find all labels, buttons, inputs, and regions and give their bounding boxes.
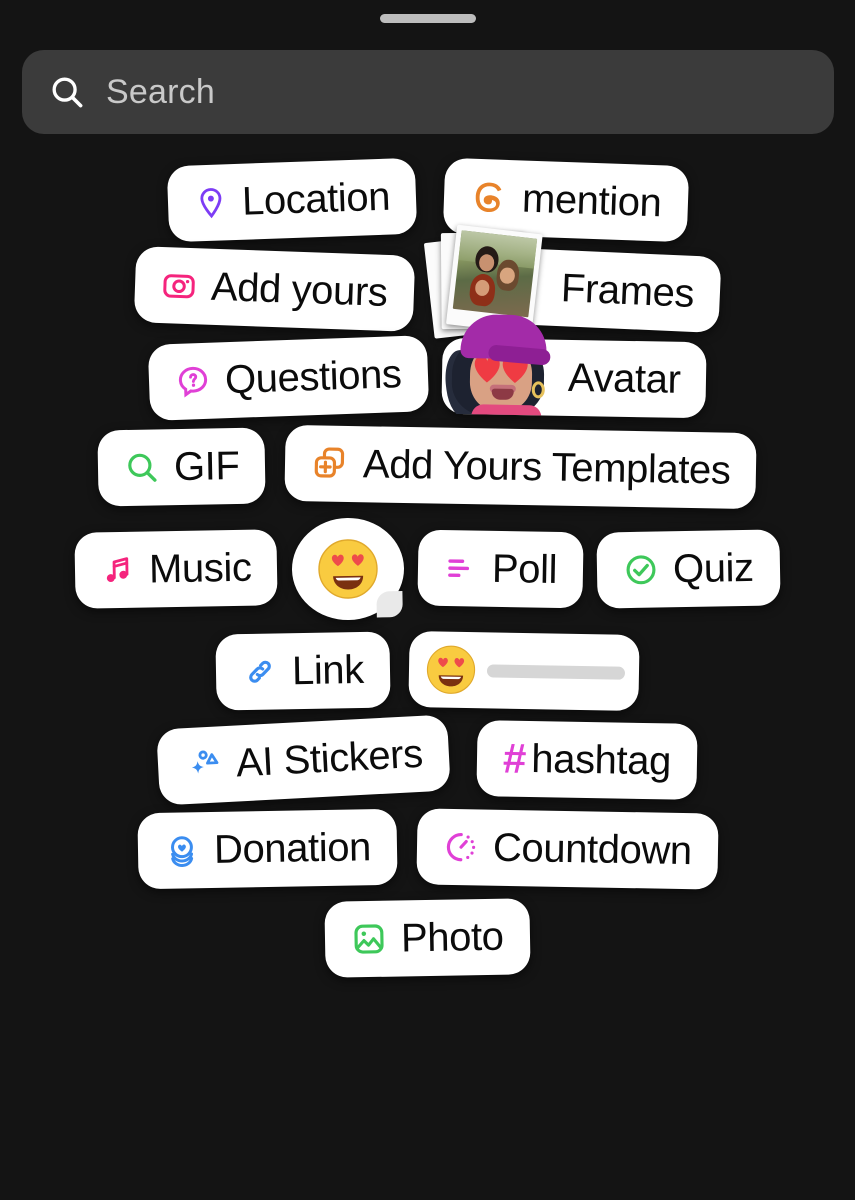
sticker-row: Music Poll Quiz — [0, 517, 855, 621]
sticker-label: Quiz — [672, 545, 754, 592]
sticker-label: Frames — [560, 266, 696, 316]
avatar-icon — [442, 308, 563, 416]
sticker-add-yours-templates[interactable]: Add Yours Templates — [284, 424, 758, 510]
sticker-avatar[interactable]: Avatar — [440, 314, 707, 419]
link-chain-icon — [248, 660, 271, 683]
threads-logo-icon — [475, 182, 502, 213]
sticker-label: Location — [240, 174, 391, 224]
sticker-row: GIF Add Yours Templates — [0, 424, 855, 510]
poll-bars-icon — [447, 559, 469, 578]
donation-heart-coin-icon — [170, 836, 193, 867]
sticker-label: Photo — [400, 914, 505, 961]
sheet-drag-handle[interactable] — [379, 14, 476, 23]
sticker-countdown[interactable]: Countdown — [415, 808, 718, 890]
sticker-tray: Location mention Add yours Frames Questi… — [0, 157, 855, 989]
sparkles-icon — [192, 750, 219, 774]
sticker-label: mention — [521, 176, 662, 226]
sticker-row: AI Stickers # hashtag — [0, 714, 855, 806]
sticker-emoji-slider[interactable] — [408, 630, 641, 712]
sticker-label: Music — [148, 545, 253, 592]
slider-track[interactable] — [487, 663, 626, 680]
sticker-link[interactable]: Link — [214, 631, 391, 711]
question-bubble-icon — [178, 366, 208, 398]
sticker-gif[interactable]: GIF — [97, 427, 267, 507]
sticker-row: Donation Countdown — [0, 808, 855, 890]
sticker-location[interactable]: Location — [166, 157, 418, 243]
search-input-placeholder[interactable]: Search — [106, 73, 215, 112]
sticker-label: Questions — [224, 352, 403, 403]
sticker-poll[interactable]: Poll — [417, 529, 584, 609]
sticker-photo[interactable]: Photo — [324, 898, 531, 978]
sticker-ai-stickers[interactable]: AI Stickers — [156, 714, 451, 806]
sticker-label: GIF — [173, 443, 240, 490]
sticker-label: Donation — [213, 825, 371, 872]
sticker-donation[interactable]: Donation — [137, 808, 398, 890]
countdown-timer-icon — [446, 832, 475, 862]
search-bar[interactable]: Search — [22, 50, 834, 134]
sticker-label: Add yours — [209, 264, 388, 315]
search-icon — [52, 77, 83, 108]
photo-image-icon — [354, 924, 384, 954]
sticker-label: Poll — [491, 546, 558, 592]
sticker-label: AI Stickers — [235, 731, 424, 786]
sticker-quiz[interactable]: Quiz — [596, 529, 781, 609]
sticker-row: Photo — [0, 898, 855, 978]
sticker-label: Link — [291, 647, 364, 694]
location-pin-icon — [200, 188, 222, 219]
heart-eyes-emoji — [318, 539, 378, 599]
sticker-music[interactable]: Music — [74, 529, 279, 609]
sticker-label: Avatar — [567, 355, 681, 402]
sticker-row: Link — [0, 630, 855, 712]
check-circle-icon — [626, 555, 656, 585]
gif-search-icon — [128, 453, 157, 482]
sheet-handle-container — [0, 0, 855, 23]
sticker-hashtag[interactable]: # hashtag — [476, 720, 698, 800]
sticker-row: Questions Avatar — [0, 314, 855, 421]
camera-icon — [162, 274, 195, 299]
sticker-label: Countdown — [492, 825, 692, 874]
sticker-label: Add Yours Templates — [363, 442, 732, 493]
template-plus-icon — [315, 447, 345, 478]
sticker-add-yours[interactable]: Add yours — [133, 246, 415, 332]
sticker-emoji-reaction[interactable] — [290, 517, 405, 621]
sticker-row: Add yours Frames — [0, 224, 855, 339]
sticker-questions[interactable]: Questions — [147, 335, 429, 421]
music-note-icon — [107, 557, 129, 583]
hash-symbol: # — [502, 734, 526, 782]
sticker-label: hashtag — [530, 737, 672, 784]
heart-eyes-emoji — [427, 645, 476, 694]
